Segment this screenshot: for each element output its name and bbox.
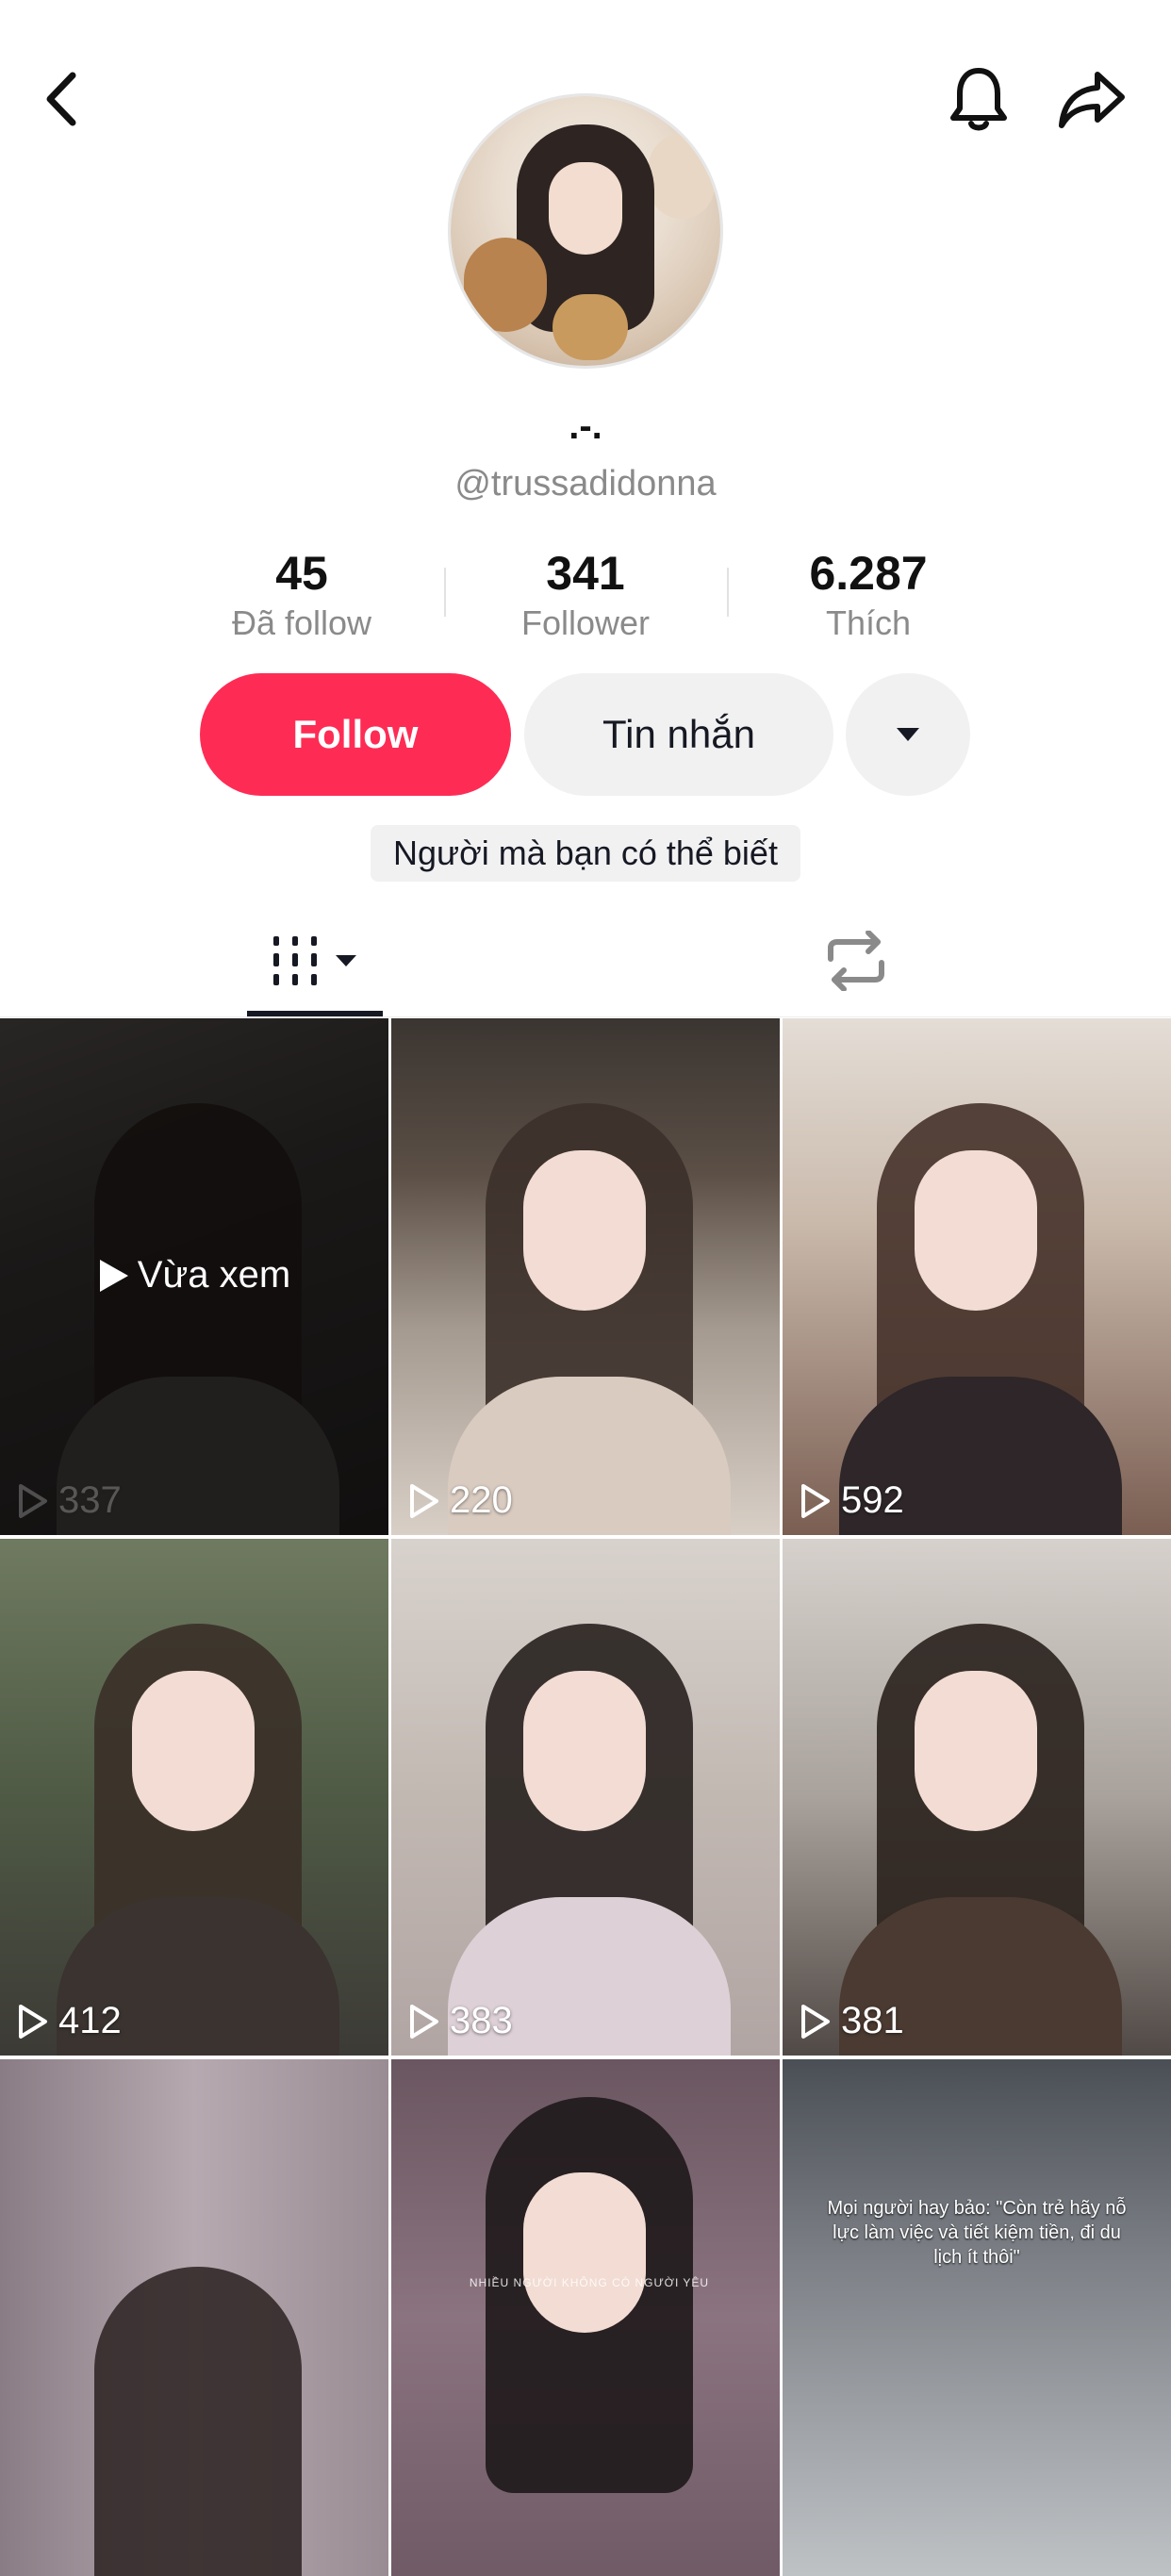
video-thumbnail[interactable]: 220 bbox=[391, 1018, 780, 1535]
stat-followers-label: Follower bbox=[520, 603, 651, 642]
suggested-people-chip[interactable]: Người mà bạn có thể biết bbox=[371, 825, 800, 882]
play-outline-icon bbox=[410, 2004, 438, 2039]
thumbnail-subject-face bbox=[523, 1671, 646, 1831]
avatar-plush-decoration bbox=[649, 134, 715, 219]
view-count: 383 bbox=[408, 2000, 513, 2042]
profile-stats: 45 Đã follow 341 Follower 6.287 Thích bbox=[0, 545, 1171, 649]
notification-bell-button[interactable] bbox=[939, 57, 1018, 141]
view-count: 381 bbox=[800, 2000, 904, 2042]
display-name: .-. bbox=[569, 405, 602, 447]
thumbnail-image bbox=[783, 2059, 1171, 2576]
stat-followers[interactable]: 341 Follower bbox=[444, 545, 727, 645]
thumbnail-subject-face bbox=[915, 1671, 1037, 1831]
avatar-teddy-bear-small bbox=[553, 294, 628, 360]
profile-avatar[interactable] bbox=[451, 96, 720, 366]
video-thumbnail[interactable]: Mọi người hay bảo: "Còn trẻ hãy nỗ lực l… bbox=[783, 2059, 1171, 2576]
play-outline-icon bbox=[801, 1483, 830, 1518]
repost-icon bbox=[828, 931, 884, 991]
more-suggestions-button[interactable] bbox=[846, 673, 970, 796]
tab-videos[interactable] bbox=[247, 905, 383, 1016]
view-count-value: 412 bbox=[58, 2000, 122, 2041]
share-button[interactable] bbox=[1052, 57, 1131, 141]
avatar-face bbox=[549, 162, 622, 255]
thumbnail-subject-face bbox=[915, 1150, 1037, 1311]
recently-watched-text: Vừa xem bbox=[137, 1254, 291, 1296]
video-caption-overlay: Mọi người hay bảo: "Còn trẻ hãy nỗ lực l… bbox=[827, 2198, 1127, 2268]
profile-actions: Follow Tin nhắn bbox=[0, 673, 1171, 798]
view-count: 220 bbox=[408, 1479, 513, 1522]
thumbnail-subject-face bbox=[132, 1671, 255, 1831]
stat-following-value: 45 bbox=[275, 547, 328, 600]
video-thumbnail[interactable]: NHIỀU NGƯỜI KHÔNG CÓ NGƯỜI YÊU bbox=[391, 2059, 780, 2576]
recently-watched-label: Vừa xem bbox=[0, 1254, 388, 1296]
video-thumbnail[interactable]: 381 bbox=[783, 1539, 1171, 2056]
play-icon bbox=[99, 1259, 128, 1292]
share-arrow-icon bbox=[1059, 72, 1125, 128]
view-count-value: 383 bbox=[450, 2000, 513, 2041]
stat-followers-value: 341 bbox=[546, 547, 625, 600]
thumbnail-subject-face bbox=[523, 1150, 646, 1311]
stat-likes-label: Thích bbox=[825, 603, 912, 642]
video-thumbnail[interactable]: Vừa xem 337 bbox=[0, 1018, 388, 1535]
thumbnail-subject bbox=[94, 2267, 302, 2576]
video-thumbnail[interactable]: 412 bbox=[0, 1539, 388, 2056]
view-count-value: 381 bbox=[841, 2000, 904, 2041]
grid-columns-icon bbox=[273, 936, 356, 985]
view-count: 412 bbox=[17, 2000, 122, 2042]
view-count-value: 220 bbox=[450, 1479, 513, 1521]
username-handle: @trussadidonna bbox=[454, 464, 717, 504]
caret-down-icon bbox=[897, 728, 919, 741]
message-button[interactable]: Tin nhắn bbox=[524, 673, 833, 796]
back-button[interactable] bbox=[28, 57, 94, 141]
follow-button[interactable]: Follow bbox=[200, 673, 511, 796]
view-count-value: 592 bbox=[841, 1479, 904, 1521]
view-count: 592 bbox=[800, 1479, 904, 1522]
play-outline-icon bbox=[801, 2004, 830, 2039]
play-outline-icon bbox=[410, 1483, 438, 1518]
stat-likes[interactable]: 6.287 Thích bbox=[727, 545, 1010, 645]
content-tabs bbox=[0, 905, 1171, 1017]
video-thumbnail[interactable]: 592 bbox=[783, 1018, 1171, 1535]
stat-following-label: Đã follow bbox=[231, 603, 372, 642]
bell-icon bbox=[950, 68, 1007, 131]
avatar-teddy-bear bbox=[464, 238, 547, 332]
view-count-value: 337 bbox=[58, 1479, 122, 1521]
play-outline-icon bbox=[19, 2004, 47, 2039]
video-thumbnail[interactable]: 383 bbox=[391, 1539, 780, 2056]
active-tab-indicator bbox=[247, 1011, 383, 1016]
tab-reposts[interactable] bbox=[788, 905, 924, 1016]
chevron-left-icon bbox=[46, 72, 76, 126]
view-count: 337 bbox=[17, 1479, 122, 1522]
play-outline-icon bbox=[19, 1483, 47, 1518]
video-thumbnail[interactable] bbox=[0, 2059, 388, 2576]
stat-likes-value: 6.287 bbox=[809, 547, 928, 600]
video-caption-overlay: NHIỀU NGƯỜI KHÔNG CÓ NGƯỜI YÊU bbox=[469, 2276, 710, 2289]
thumbnail-subject-face bbox=[523, 2172, 646, 2333]
stat-following[interactable]: 45 Đã follow bbox=[160, 545, 443, 645]
video-grid: Vừa xem 337 220 592 412 383 381 NHIỀU NG… bbox=[0, 1018, 1171, 2576]
